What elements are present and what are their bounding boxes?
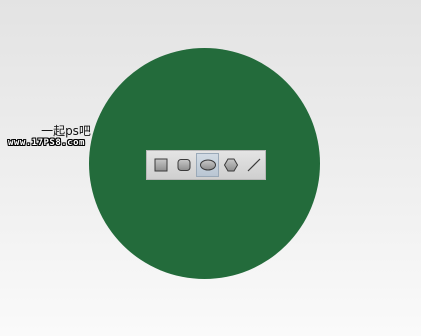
line-icon (247, 158, 260, 172)
ellipse-icon (199, 159, 216, 171)
line-tool-button[interactable] (242, 153, 265, 177)
rounded-rectangle-icon (177, 159, 191, 171)
ellipse-tool-button[interactable] (195, 153, 220, 177)
watermark: 一起ps吧 www.17PS8.com (8, 124, 112, 149)
rectangle-tool-button[interactable] (150, 153, 173, 177)
shape-tools-toolbar (146, 150, 266, 180)
polygon-tool-button[interactable] (219, 153, 242, 177)
rounded-rectangle-tool-button[interactable] (173, 153, 196, 177)
polygon-icon (223, 158, 238, 172)
watermark-url: www.17PS8.com (8, 138, 85, 148)
rectangle-icon (154, 158, 168, 172)
watermark-title: 一起ps吧 (41, 124, 91, 138)
